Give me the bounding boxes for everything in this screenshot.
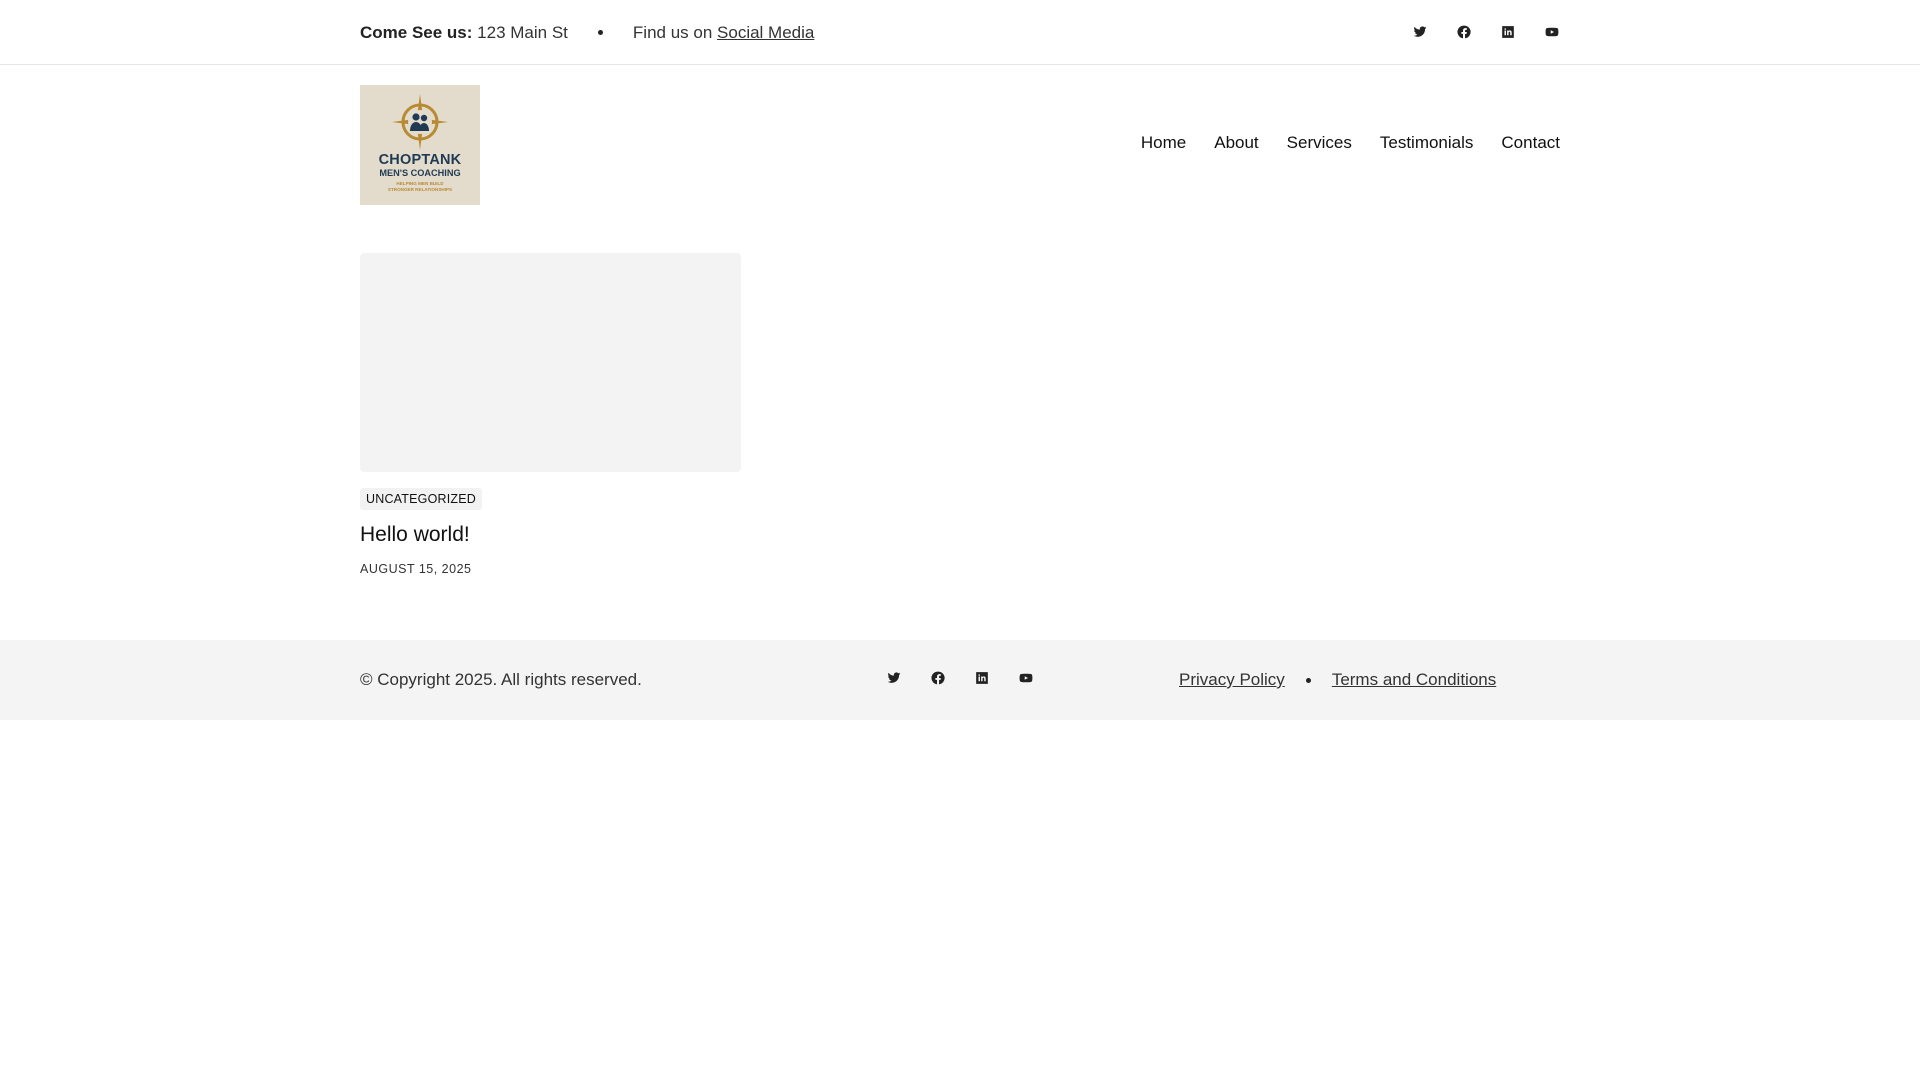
post-title[interactable]: Hello world! — [360, 523, 470, 547]
top-social-links — [1412, 24, 1560, 40]
linkedin-icon[interactable] — [1500, 24, 1516, 40]
main-navigation: Home About Services Testimonials Contact — [1141, 133, 1560, 153]
nav-item-testimonials[interactable]: Testimonials — [1380, 133, 1474, 153]
twitter-icon[interactable] — [1412, 24, 1428, 40]
nav-item-home[interactable]: Home — [1141, 133, 1186, 153]
facebook-icon[interactable] — [930, 670, 946, 686]
site-footer: © Copyright 2025. All rights reserved. P… — [0, 640, 1920, 720]
separator-dot — [597, 30, 603, 35]
nav-item-contact[interactable]: Contact — [1501, 133, 1560, 153]
post-date: AUGUST 15, 2025 — [360, 562, 472, 576]
visit-label: Come See us: — [360, 22, 473, 42]
top-bar: Come See us: 123 Main St Find us on Soci… — [0, 0, 1920, 65]
find-us-prefix: Find us on — [632, 22, 713, 42]
privacy-policy-link[interactable]: Privacy Policy — [1179, 670, 1285, 690]
top-bar-info: Come See us: 123 Main St Find us on Soci… — [360, 0, 814, 65]
post-category-badge[interactable]: UNCATEGORIZED — [360, 488, 483, 510]
nav-item-services[interactable]: Services — [1287, 133, 1352, 153]
footer-social-links — [886, 670, 1034, 686]
site-logo[interactable]: CHOPTANK MEN'S COACHING HELPING MEN BUIL… — [360, 85, 480, 205]
copyright-text: © Copyright 2025. All rights reserved. — [360, 670, 642, 689]
linkedin-icon[interactable] — [974, 670, 990, 686]
separator-dot — [1305, 677, 1311, 683]
twitter-icon[interactable] — [886, 670, 902, 686]
youtube-icon[interactable] — [1544, 24, 1560, 40]
compass-icon — [392, 94, 448, 150]
youtube-icon[interactable] — [1018, 670, 1034, 686]
terms-link[interactable]: Terms and Conditions — [1332, 670, 1496, 690]
footer-legal-links: Privacy Policy Terms and Conditions — [1179, 670, 1496, 690]
logo-tagline: HELPING MEN BUILD STRONGER RELATIONSHIPS — [387, 181, 453, 192]
social-media-link[interactable]: Social Media — [717, 23, 814, 43]
logo-line-2: MEN'S COACHING — [379, 168, 461, 178]
address-text: 123 Main St — [477, 22, 568, 42]
nav-item-about[interactable]: About — [1214, 133, 1258, 153]
facebook-icon[interactable] — [1456, 24, 1472, 40]
post-thumbnail[interactable] — [360, 253, 741, 472]
logo-line-1: CHOPTANK — [378, 152, 462, 168]
